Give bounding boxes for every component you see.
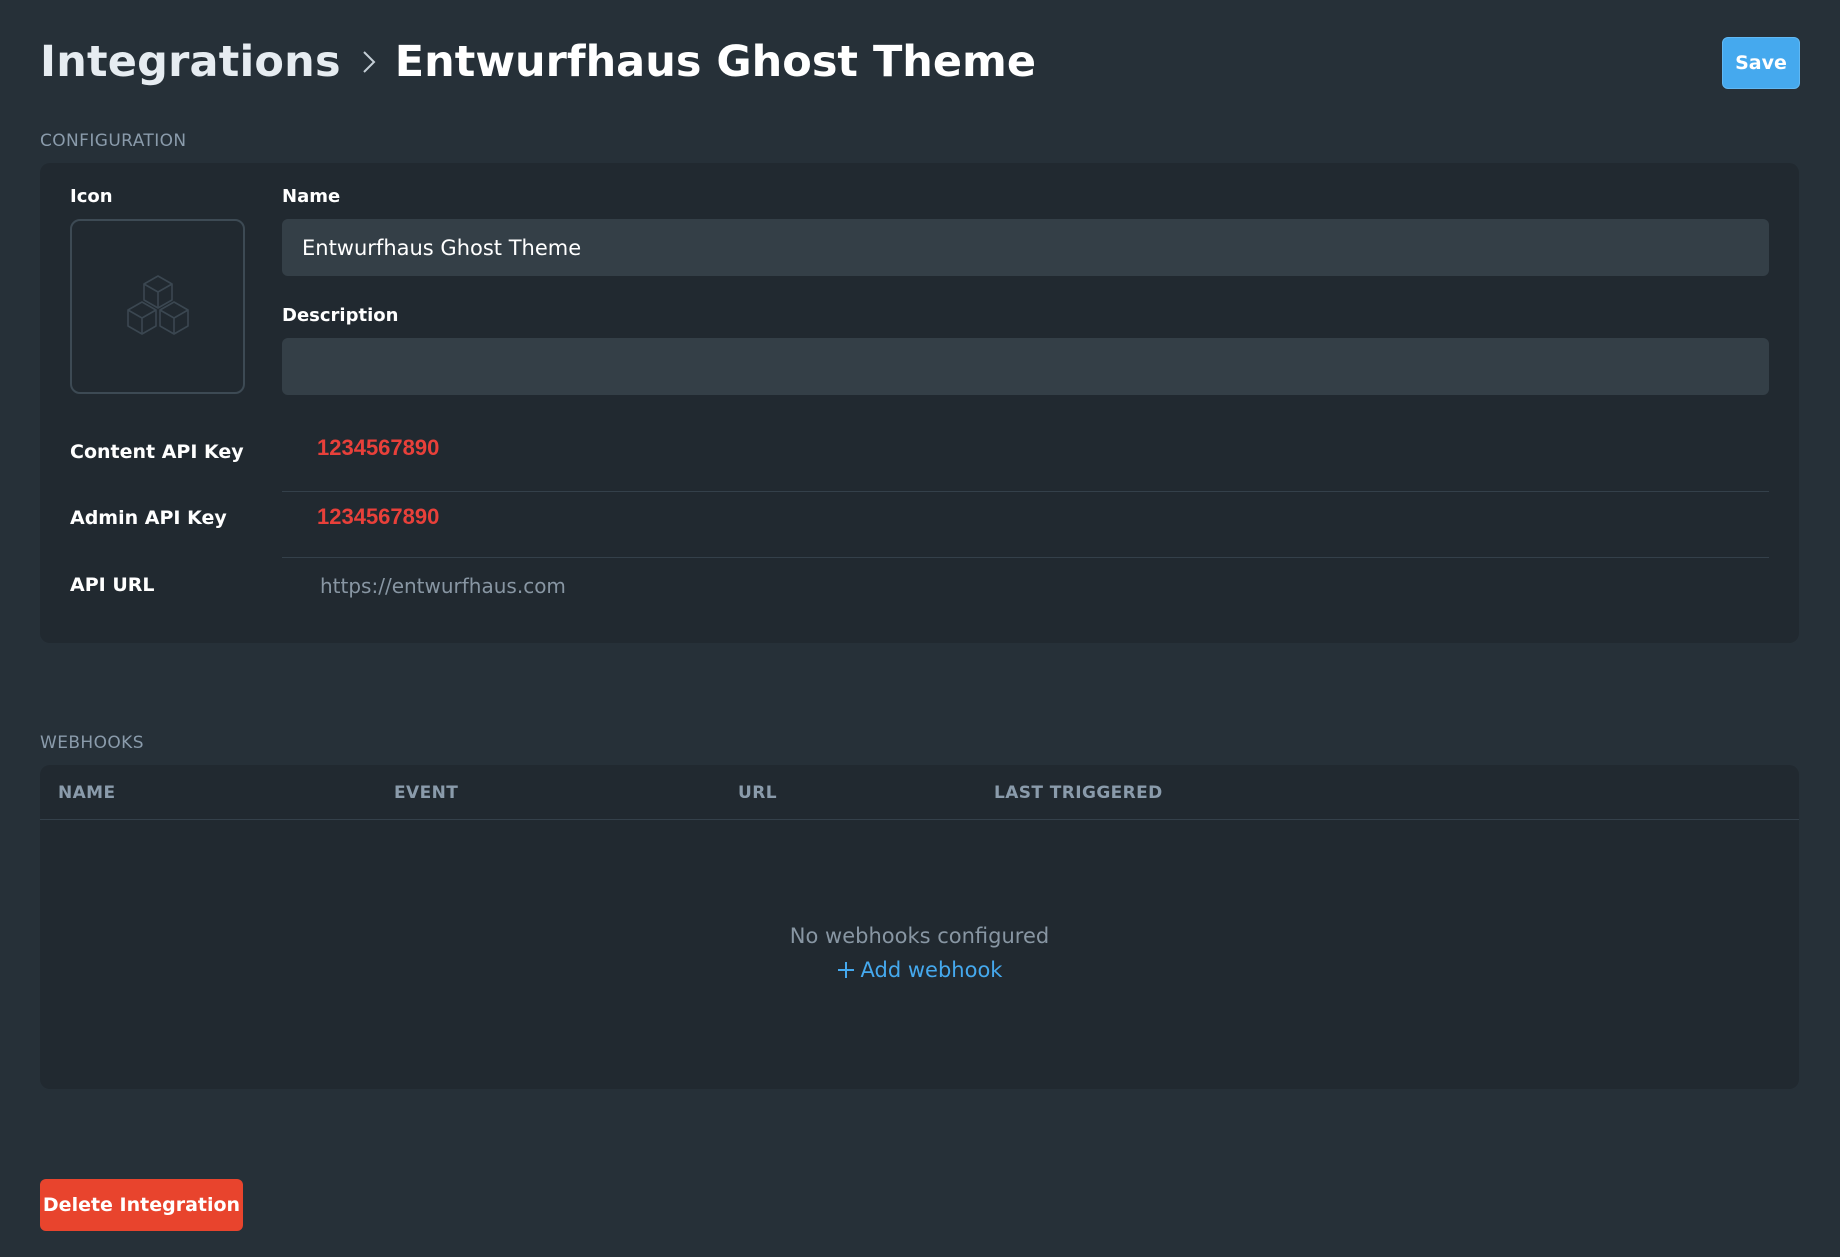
table-header-divider — [40, 819, 1799, 820]
api-url-value[interactable]: https://entwurfhaus.com — [320, 574, 566, 598]
configuration-section-label: CONFIGURATION — [40, 131, 187, 151]
configuration-card: Icon Name Entwurfhaus Ghost Theme Descri… — [40, 163, 1799, 643]
chevron-right-icon — [361, 49, 377, 75]
column-header-event: EVENT — [394, 783, 459, 803]
content-api-key-label: Content API Key — [70, 441, 244, 463]
plus-icon — [837, 961, 855, 979]
webhooks-table: NAME EVENT URL LAST TRIGGERED No webhook… — [40, 765, 1799, 1089]
description-input[interactable] — [282, 338, 1769, 395]
delete-integration-button[interactable]: Delete Integration — [40, 1179, 243, 1231]
column-header-url: URL — [738, 783, 777, 803]
page-title: Entwurfhaus Ghost Theme — [394, 37, 1037, 87]
row-divider — [282, 491, 1769, 492]
save-button[interactable]: Save — [1722, 37, 1800, 89]
content-api-key-value[interactable]: 1234567890 — [317, 435, 439, 461]
cubes-icon — [124, 273, 192, 341]
name-label: Name — [282, 186, 341, 207]
api-url-label: API URL — [70, 574, 155, 596]
add-webhook-label: Add webhook — [860, 958, 1003, 982]
admin-api-key-value[interactable]: 1234567890 — [317, 504, 439, 530]
row-divider — [282, 557, 1769, 558]
name-input[interactable]: Entwurfhaus Ghost Theme — [282, 219, 1769, 276]
webhooks-section-label: WEBHOOKS — [40, 733, 144, 753]
page-header: Integrations Entwurfhaus Ghost Theme Sav… — [40, 30, 1800, 94]
column-header-name: NAME — [58, 783, 116, 803]
description-label: Description — [282, 305, 399, 326]
admin-api-key-label: Admin API Key — [70, 507, 227, 529]
icon-upload[interactable] — [70, 219, 245, 394]
icon-label: Icon — [70, 186, 113, 207]
empty-state-text: No webhooks configured — [789, 924, 1050, 948]
column-header-last-triggered: LAST TRIGGERED — [994, 783, 1163, 803]
add-webhook-link[interactable]: Add webhook — [40, 958, 1799, 982]
breadcrumb-integrations-link[interactable]: Integrations — [40, 37, 341, 87]
